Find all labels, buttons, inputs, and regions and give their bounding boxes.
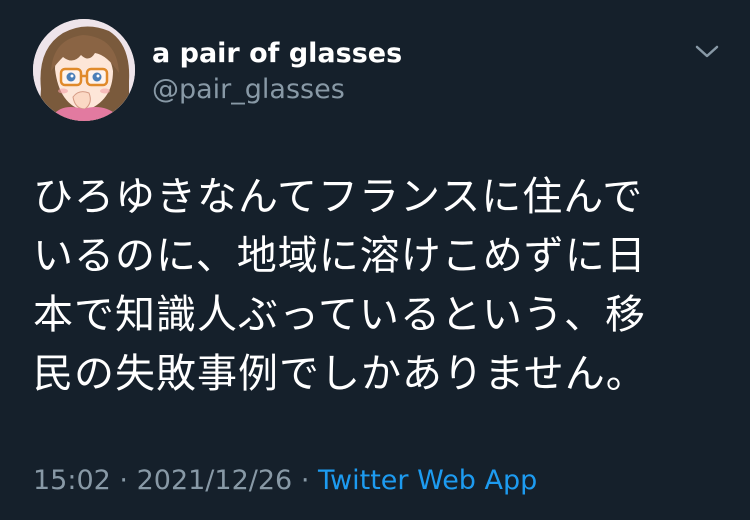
- tweet-metadata: 15:02 · 2021/12/26 · Twitter Web App: [33, 464, 537, 498]
- tweet-text-line: 本で知識人ぶっているという、移: [33, 292, 646, 338]
- tweet-text: ひろゆきなんてフランスに住んで いるのに、地域に溶けこめずに日 本で知識人ぶって…: [33, 168, 723, 404]
- tweet-time[interactable]: 15:02: [33, 465, 111, 496]
- meta-separator: ·: [119, 465, 128, 496]
- tweet-text-line: ひろゆきなんてフランスに住んで: [33, 174, 644, 220]
- author-handle[interactable]: @pair_glasses: [152, 74, 345, 106]
- avatar-image: [33, 19, 135, 121]
- meta-separator: ·: [300, 465, 310, 496]
- tweet-text-line: いるのに、地域に溶けこめずに日: [33, 233, 647, 279]
- tweet-card: a pair of glasses @pair_glasses ひろゆきなんてフ…: [0, 0, 750, 520]
- author-display-name[interactable]: a pair of glasses: [152, 38, 402, 70]
- author-avatar[interactable]: [33, 19, 135, 121]
- tweet-source-link[interactable]: Twitter Web App: [318, 465, 537, 496]
- tweet-text-line: 民の失敗事例でしかありません。: [33, 351, 647, 397]
- tweet-menu-button[interactable]: [690, 38, 724, 66]
- chevron-down-icon: [695, 45, 719, 58]
- tweet-date[interactable]: 2021/12/26: [137, 465, 293, 496]
